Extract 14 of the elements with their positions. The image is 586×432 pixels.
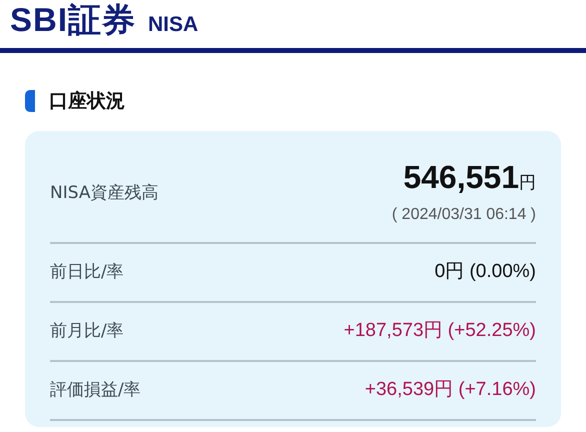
row-value: +187,573円 (+52.25%) xyxy=(344,319,536,344)
section-title: 口座状況 xyxy=(49,88,125,114)
row-value: +36,539円 (+7.16%) xyxy=(364,378,536,402)
timestamp: ( 2024/03/31 06:14 ) xyxy=(392,204,536,224)
balance-label: NISA資産残高 xyxy=(50,182,158,205)
row-label: 前月比/率 xyxy=(50,320,124,343)
row-label: 評価損益/率 xyxy=(50,378,141,402)
product-label: NISA xyxy=(148,12,198,38)
section-marker-icon xyxy=(25,90,35,112)
logo: SBI証券 xyxy=(10,0,136,40)
currency-unit: 円 xyxy=(519,172,536,195)
row-value: 0円 (0.00%) xyxy=(434,260,536,284)
balance-amount: 546,551 xyxy=(403,159,519,195)
row-label: 前日比/率 xyxy=(50,260,124,284)
